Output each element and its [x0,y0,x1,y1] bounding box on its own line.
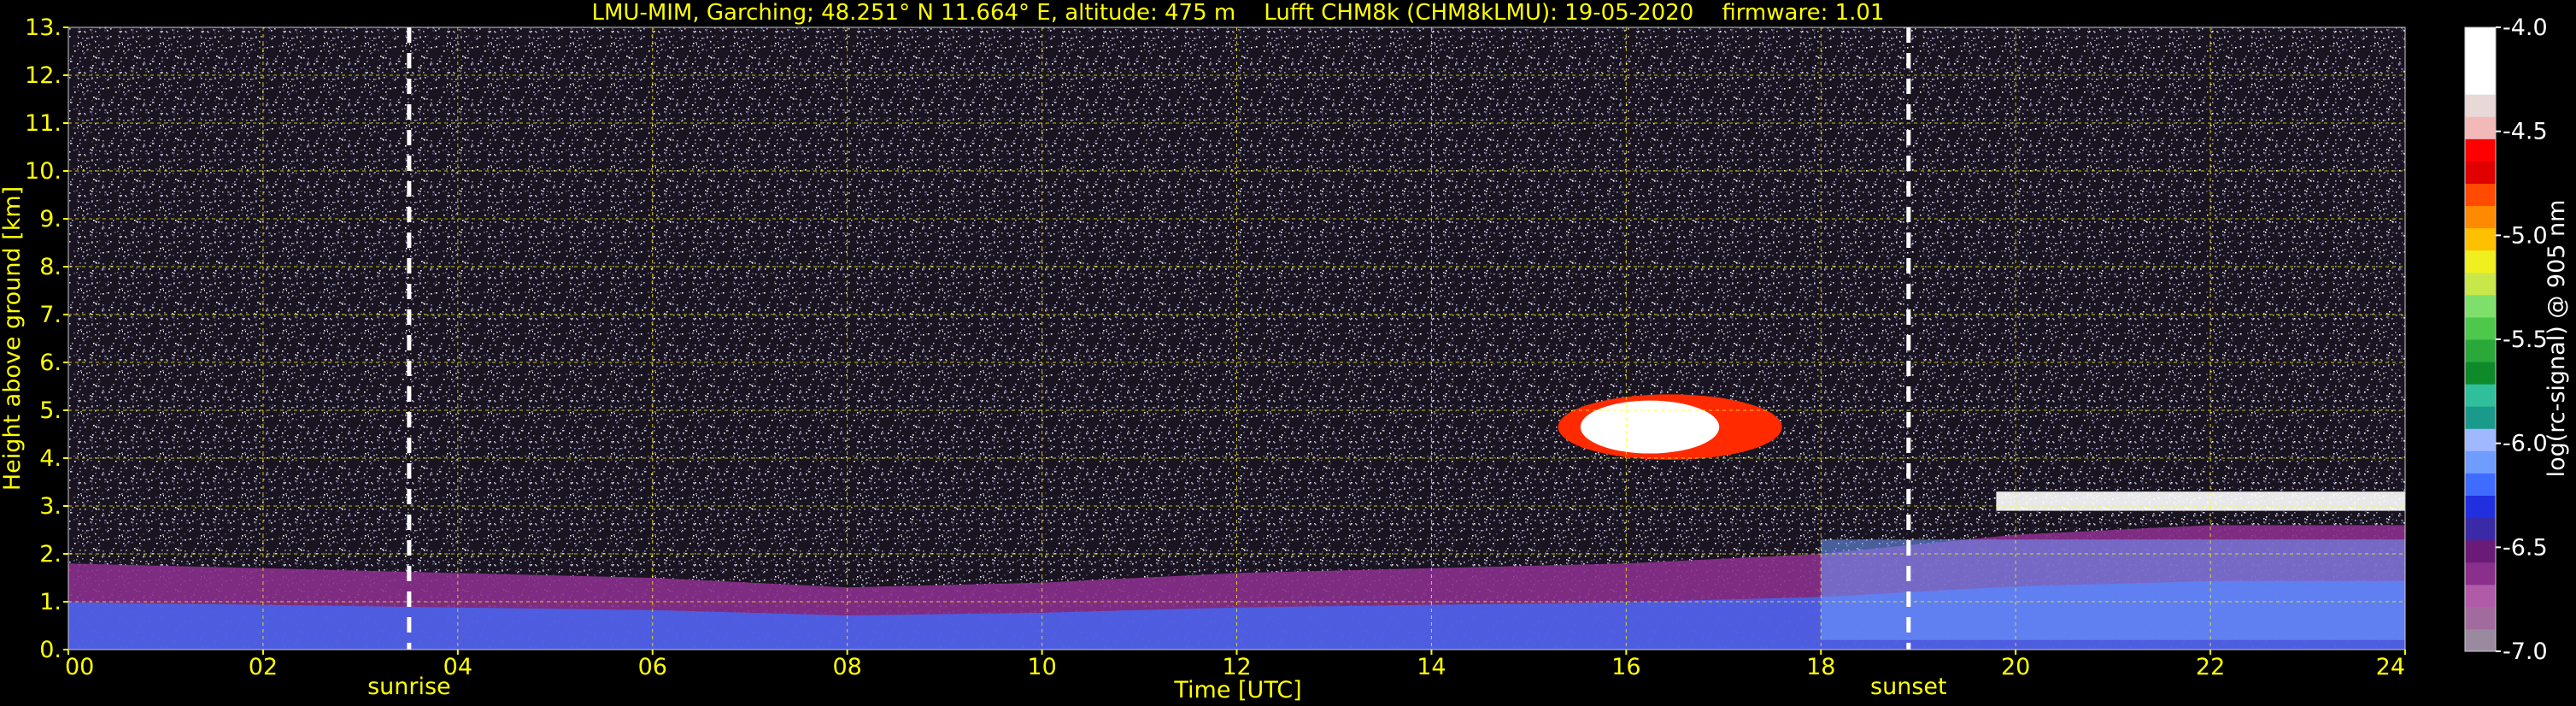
x-tick-label: 10 [1027,654,1056,680]
x-tick-label: 18 [1806,654,1835,680]
y-tick-label: 8. [39,254,62,280]
colorbar-segment [2465,27,2496,50]
y-tick-label: 0. [39,637,62,663]
colorbar-segment [2465,161,2496,184]
x-tick-label: 22 [2196,654,2225,680]
colorbar-segment [2465,72,2496,95]
x-tick-label: 00 [65,654,94,680]
sunrise-label: sunrise [367,674,451,700]
y-axis-label: Height above ground [km] [0,186,26,491]
x-tick-label: 16 [1611,654,1640,680]
colorbar-segment [2465,450,2496,474]
y-tick-label: 10. [25,158,62,185]
colorbar-segment [2465,628,2496,652]
colorbar-segment [2465,562,2496,585]
x-tick-label: 08 [832,654,861,680]
colorbar-label: log(rc-signal) @ 905 nm [2544,200,2570,478]
x-tick-label: 24 [2376,654,2405,680]
evening-cloud [1996,491,2405,511]
colorbar: -4.0 -4.5 -5.0 -5.5 -6.0 -6.5 -7.0 [2464,15,2548,665]
colorbar-tick-label: -4.5 [2503,119,2548,145]
colorbar-tick-label: -4.0 [2503,15,2548,41]
colorbar-segment [2465,539,2496,563]
x-tick-label: 14 [1417,654,1446,680]
cloud-core [1580,400,1720,454]
y-axis: 0. 1. 2. 3. 4. 5. 6. 7. 8. 9. 10. 11. 12. 13. [25,15,68,663]
sunset-label: sunset [1870,674,1947,700]
colorbar-tick-label: -5.5 [2503,327,2548,353]
colorbar-segment [2465,584,2496,608]
colorbar-segment [2465,473,2496,496]
colorbar-segment [2465,406,2496,429]
colorbar-segment [2465,94,2496,117]
colorbar-segment [2465,362,2496,385]
x-tick-label: 04 [443,654,472,680]
colorbar-segment [2465,294,2496,318]
x-axis-label: Time [UTC] [1173,677,1301,703]
x-tick-label: 20 [2001,654,2030,680]
colorbar-segment [2465,272,2496,296]
colorbar-segment [2465,250,2496,274]
colorbar-segment [2465,339,2496,362]
colorbar-tick-label: -6.5 [2503,534,2548,561]
colorbar-tick-label: -6.0 [2503,431,2548,457]
colorbar-segment [2465,384,2496,407]
y-tick-label: 4. [39,445,62,472]
x-tick-label: 06 [638,654,667,680]
y-tick-label: 7. [39,302,62,328]
y-tick-label: 2. [39,541,62,568]
y-tick-label: 1. [39,589,62,615]
y-tick-label: 6. [39,350,62,376]
colorbar-segment [2465,495,2496,519]
colorbar-segment [2465,316,2496,340]
colorbar-segment [2465,138,2496,162]
colorbar-segment [2465,227,2496,251]
y-tick-label: 9. [39,206,62,232]
colorbar-segment [2465,205,2496,229]
ceilometer-chart: LMU-MIM, Garching; 48.251° N 11.664° E, … [0,0,2570,703]
y-tick-label: 11. [25,110,62,137]
colorbar-tick-label: -5.0 [2503,222,2548,249]
colorbar-segment [2465,606,2496,630]
y-tick-label: 3. [39,493,62,520]
x-tick-label: 02 [249,654,278,680]
colorbar-segment [2465,517,2496,541]
y-tick-label: 5. [39,397,62,424]
colorbar-segment [2465,428,2496,451]
y-tick-label: 13. [25,15,62,41]
colorbar-tick-label: -7.0 [2503,638,2548,665]
chart-title: LMU-MIM, Garching; 48.251° N 11.664° E, … [592,0,1885,26]
colorbar-segment [2465,183,2496,207]
colorbar-segment [2465,50,2496,73]
y-tick-label: 12. [25,62,62,89]
colorbar-segment [2465,116,2496,139]
